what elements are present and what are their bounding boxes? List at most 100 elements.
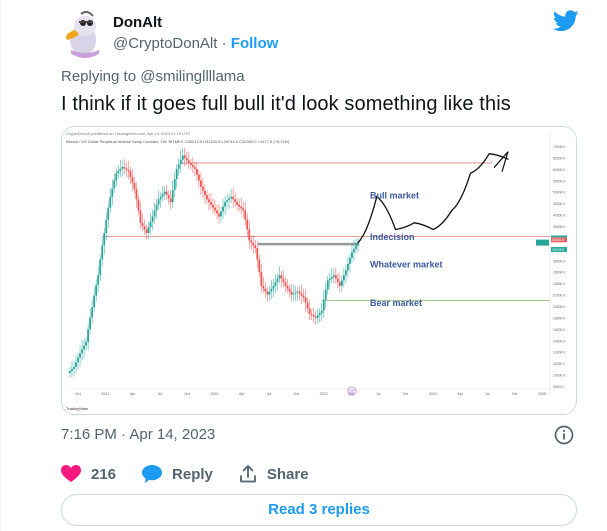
x-tick-label: 2025: [538, 392, 546, 396]
replying-to-mention[interactable]: @smilingllllama: [140, 68, 244, 85]
candle-body: [129, 171, 132, 177]
candle-body: [101, 245, 104, 260]
candle-body: [244, 210, 247, 220]
candle-body: [191, 165, 194, 168]
author-display-name[interactable]: DonAlt: [113, 14, 162, 31]
svg-text:@: @: [349, 389, 354, 395]
candle-body: [260, 271, 263, 286]
candle-body: [300, 293, 303, 296]
candle-body: [268, 291, 271, 295]
candle-body: [266, 291, 269, 295]
candle-body: [117, 171, 120, 174]
chart-symbol-line: Bitcoin / US Dollar Perpetual Inverse Sw…: [66, 139, 290, 144]
avatar[interactable]: [61, 10, 109, 58]
candle-body: [197, 174, 200, 181]
candle-body: [347, 263, 349, 271]
candle-body: [242, 208, 245, 211]
candle-body: [125, 168, 128, 170]
candle-body: [139, 210, 142, 223]
tweet-timestamp[interactable]: 7:16 PM · Apr 14, 2023: [61, 426, 215, 443]
x-tick-label: Jul: [158, 392, 163, 396]
x-tick-label: Oct: [75, 392, 81, 396]
candle-body: [189, 163, 192, 166]
candle-body: [272, 285, 275, 289]
follow-button[interactable]: Follow: [231, 35, 279, 52]
candle-body: [256, 248, 259, 260]
y-tick-label: 26000.0: [553, 271, 565, 275]
tweet-text: I think if it goes full bull it'd look s…: [61, 93, 511, 115]
x-tick-label: Jul: [485, 392, 490, 396]
price-chart: CryptoDonAlt published on TradingView.co…: [62, 127, 576, 414]
heart-icon: [61, 465, 81, 482]
candle-body: [214, 207, 216, 211]
candle-body: [159, 196, 162, 200]
candle-body: [181, 155, 184, 160]
y-tick-label: 16000.0: [553, 328, 565, 332]
candle-body: [177, 164, 180, 170]
replying-to-line: Replying to @smilingllllama: [61, 68, 245, 85]
y-tick-label: 9000.0: [553, 385, 563, 389]
candle-body: [238, 204, 241, 207]
candle-body: [330, 276, 333, 279]
x-tick-label: Oct: [294, 392, 300, 396]
y-tick-label: 12000.0: [553, 351, 565, 355]
author-handle[interactable]: @CryptoDonAlt: [113, 35, 217, 52]
candle-body: [133, 182, 136, 190]
candle-body: [326, 280, 329, 290]
candle-body: [143, 226, 146, 230]
candle-body: [163, 191, 166, 195]
candle-body: [308, 308, 311, 315]
candle-body: [193, 167, 196, 170]
read-replies-button[interactable]: Read 3 replies: [61, 494, 577, 526]
candle-body: [87, 329, 89, 342]
candle-body: [171, 189, 174, 203]
candle-body: [111, 188, 114, 197]
candle-body: [175, 169, 178, 180]
candle-body: [153, 210, 156, 217]
author-handle-line: @CryptoDonAlt · Follow: [113, 35, 278, 52]
candle-body: [353, 248, 355, 253]
action-bar: 216 Reply Share: [61, 462, 335, 486]
y-tick-label: 20000.0: [553, 305, 565, 309]
candle-body: [187, 160, 190, 164]
candle-body: [93, 295, 96, 308]
candle-body: [135, 189, 138, 200]
price-marker-label: 31100.0: [552, 238, 564, 242]
candle-body: [206, 194, 208, 200]
candle-body: [85, 341, 87, 346]
last-price-tag: [536, 239, 549, 246]
candle-body: [246, 219, 249, 230]
y-tick-label: 70000.0: [553, 145, 565, 149]
candle-body: [276, 278, 279, 283]
candle-body: [173, 179, 176, 190]
candle-body: [312, 315, 315, 317]
candle-body: [75, 362, 77, 367]
candle-body: [216, 210, 218, 214]
y-tick-label: 22000.0: [553, 294, 565, 298]
annotation-label: Indecision: [370, 232, 415, 242]
share-button[interactable]: Share: [239, 465, 309, 483]
y-tick-label: 28000.0: [553, 259, 565, 263]
candle-body: [137, 199, 140, 211]
like-button[interactable]: 216: [61, 465, 116, 483]
candle-body: [328, 278, 331, 281]
reply-button[interactable]: Reply: [142, 465, 213, 483]
candle-body: [234, 199, 237, 203]
candle-body: [199, 180, 202, 187]
candle-body: [179, 159, 182, 165]
candle-body: [218, 213, 220, 217]
tweet-media-chart[interactable]: CryptoDonAlt published on TradingView.co…: [61, 126, 577, 415]
twitter-bird-icon[interactable]: [553, 10, 579, 32]
candle-body: [103, 232, 106, 246]
y-tick-label: 35000.0: [553, 225, 565, 229]
candle-body: [155, 204, 158, 211]
candle-body: [292, 293, 295, 295]
candle-body: [157, 199, 160, 205]
x-tick-label: Jul: [267, 392, 272, 396]
candle-body: [322, 299, 325, 311]
x-tick-label: Apr: [239, 392, 245, 396]
x-tick-label: 2023: [320, 392, 328, 396]
info-icon[interactable]: [554, 425, 574, 445]
candle-body: [298, 291, 301, 294]
candle-body: [145, 229, 148, 233]
